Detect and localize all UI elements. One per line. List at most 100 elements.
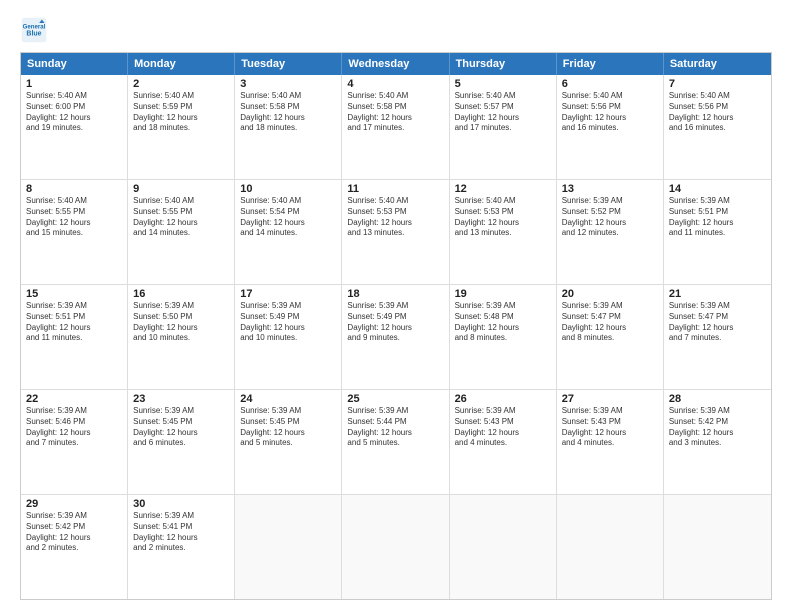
calendar-cell: 22Sunrise: 5:39 AM Sunset: 5:46 PM Dayli…: [21, 390, 128, 494]
calendar-cell: [557, 495, 664, 599]
svg-text:General: General: [23, 23, 46, 30]
day-number: 4: [347, 78, 443, 90]
cell-details: Sunrise: 5:40 AM Sunset: 5:58 PM Dayligh…: [347, 91, 443, 134]
day-number: 18: [347, 288, 443, 300]
calendar-cell: 6Sunrise: 5:40 AM Sunset: 5:56 PM Daylig…: [557, 75, 664, 179]
cell-details: Sunrise: 5:39 AM Sunset: 5:42 PM Dayligh…: [26, 511, 122, 554]
calendar-cell: 8Sunrise: 5:40 AM Sunset: 5:55 PM Daylig…: [21, 180, 128, 284]
calendar-cell: 3Sunrise: 5:40 AM Sunset: 5:58 PM Daylig…: [235, 75, 342, 179]
day-number: 1: [26, 78, 122, 90]
day-number: 15: [26, 288, 122, 300]
logo-icon: General Blue: [20, 16, 48, 44]
day-number: 24: [240, 393, 336, 405]
calendar-cell: 13Sunrise: 5:39 AM Sunset: 5:52 PM Dayli…: [557, 180, 664, 284]
calendar-row: 22Sunrise: 5:39 AM Sunset: 5:46 PM Dayli…: [21, 389, 771, 494]
calendar-cell: 26Sunrise: 5:39 AM Sunset: 5:43 PM Dayli…: [450, 390, 557, 494]
calendar-cell: 25Sunrise: 5:39 AM Sunset: 5:44 PM Dayli…: [342, 390, 449, 494]
calendar-cell: 2Sunrise: 5:40 AM Sunset: 5:59 PM Daylig…: [128, 75, 235, 179]
day-number: 16: [133, 288, 229, 300]
calendar-cell: 18Sunrise: 5:39 AM Sunset: 5:49 PM Dayli…: [342, 285, 449, 389]
cell-details: Sunrise: 5:39 AM Sunset: 5:41 PM Dayligh…: [133, 511, 229, 554]
calendar-cell: 15Sunrise: 5:39 AM Sunset: 5:51 PM Dayli…: [21, 285, 128, 389]
calendar-cell: [450, 495, 557, 599]
cell-details: Sunrise: 5:40 AM Sunset: 5:58 PM Dayligh…: [240, 91, 336, 134]
cell-details: Sunrise: 5:39 AM Sunset: 5:45 PM Dayligh…: [240, 406, 336, 449]
day-number: 29: [26, 498, 122, 510]
calendar-cell: 20Sunrise: 5:39 AM Sunset: 5:47 PM Dayli…: [557, 285, 664, 389]
calendar-cell: 27Sunrise: 5:39 AM Sunset: 5:43 PM Dayli…: [557, 390, 664, 494]
calendar-cell: 29Sunrise: 5:39 AM Sunset: 5:42 PM Dayli…: [21, 495, 128, 599]
cell-details: Sunrise: 5:40 AM Sunset: 5:57 PM Dayligh…: [455, 91, 551, 134]
day-number: 28: [669, 393, 766, 405]
calendar-cell: 11Sunrise: 5:40 AM Sunset: 5:53 PM Dayli…: [342, 180, 449, 284]
weekday-header: Monday: [128, 53, 235, 75]
day-number: 21: [669, 288, 766, 300]
page: General Blue SundayMondayTuesdayWednesda…: [0, 0, 792, 612]
calendar-cell: 28Sunrise: 5:39 AM Sunset: 5:42 PM Dayli…: [664, 390, 771, 494]
weekday-header: Wednesday: [342, 53, 449, 75]
weekday-header: Friday: [557, 53, 664, 75]
cell-details: Sunrise: 5:39 AM Sunset: 5:43 PM Dayligh…: [455, 406, 551, 449]
weekday-header: Thursday: [450, 53, 557, 75]
day-number: 20: [562, 288, 658, 300]
cell-details: Sunrise: 5:40 AM Sunset: 5:53 PM Dayligh…: [455, 196, 551, 239]
calendar-cell: 30Sunrise: 5:39 AM Sunset: 5:41 PM Dayli…: [128, 495, 235, 599]
calendar-cell: [342, 495, 449, 599]
day-number: 25: [347, 393, 443, 405]
logo: General Blue: [20, 16, 52, 44]
calendar-cell: 5Sunrise: 5:40 AM Sunset: 5:57 PM Daylig…: [450, 75, 557, 179]
cell-details: Sunrise: 5:39 AM Sunset: 5:47 PM Dayligh…: [669, 301, 766, 344]
cell-details: Sunrise: 5:39 AM Sunset: 5:45 PM Dayligh…: [133, 406, 229, 449]
cell-details: Sunrise: 5:39 AM Sunset: 5:44 PM Dayligh…: [347, 406, 443, 449]
cell-details: Sunrise: 5:39 AM Sunset: 5:42 PM Dayligh…: [669, 406, 766, 449]
calendar-cell: [235, 495, 342, 599]
weekday-header: Sunday: [21, 53, 128, 75]
cell-details: Sunrise: 5:39 AM Sunset: 5:49 PM Dayligh…: [240, 301, 336, 344]
calendar-cell: 23Sunrise: 5:39 AM Sunset: 5:45 PM Dayli…: [128, 390, 235, 494]
calendar-cell: 14Sunrise: 5:39 AM Sunset: 5:51 PM Dayli…: [664, 180, 771, 284]
cell-details: Sunrise: 5:40 AM Sunset: 5:53 PM Dayligh…: [347, 196, 443, 239]
cell-details: Sunrise: 5:40 AM Sunset: 6:00 PM Dayligh…: [26, 91, 122, 134]
calendar-row: 15Sunrise: 5:39 AM Sunset: 5:51 PM Dayli…: [21, 284, 771, 389]
header: General Blue: [20, 16, 772, 44]
cell-details: Sunrise: 5:40 AM Sunset: 5:56 PM Dayligh…: [669, 91, 766, 134]
calendar-cell: 10Sunrise: 5:40 AM Sunset: 5:54 PM Dayli…: [235, 180, 342, 284]
calendar-cell: 21Sunrise: 5:39 AM Sunset: 5:47 PM Dayli…: [664, 285, 771, 389]
day-number: 3: [240, 78, 336, 90]
cell-details: Sunrise: 5:39 AM Sunset: 5:43 PM Dayligh…: [562, 406, 658, 449]
day-number: 8: [26, 183, 122, 195]
day-number: 17: [240, 288, 336, 300]
calendar-cell: 9Sunrise: 5:40 AM Sunset: 5:55 PM Daylig…: [128, 180, 235, 284]
calendar-cell: [664, 495, 771, 599]
cell-details: Sunrise: 5:39 AM Sunset: 5:48 PM Dayligh…: [455, 301, 551, 344]
weekday-header: Tuesday: [235, 53, 342, 75]
day-number: 23: [133, 393, 229, 405]
calendar-row: 29Sunrise: 5:39 AM Sunset: 5:42 PM Dayli…: [21, 494, 771, 599]
cell-details: Sunrise: 5:40 AM Sunset: 5:59 PM Dayligh…: [133, 91, 229, 134]
calendar-body: 1Sunrise: 5:40 AM Sunset: 6:00 PM Daylig…: [21, 75, 771, 599]
day-number: 27: [562, 393, 658, 405]
cell-details: Sunrise: 5:39 AM Sunset: 5:51 PM Dayligh…: [669, 196, 766, 239]
day-number: 19: [455, 288, 551, 300]
cell-details: Sunrise: 5:39 AM Sunset: 5:47 PM Dayligh…: [562, 301, 658, 344]
day-number: 9: [133, 183, 229, 195]
svg-text:Blue: Blue: [26, 30, 41, 37]
calendar-cell: 4Sunrise: 5:40 AM Sunset: 5:58 PM Daylig…: [342, 75, 449, 179]
day-number: 11: [347, 183, 443, 195]
cell-details: Sunrise: 5:40 AM Sunset: 5:56 PM Dayligh…: [562, 91, 658, 134]
day-number: 22: [26, 393, 122, 405]
calendar-row: 1Sunrise: 5:40 AM Sunset: 6:00 PM Daylig…: [21, 75, 771, 179]
calendar: SundayMondayTuesdayWednesdayThursdayFrid…: [20, 52, 772, 600]
calendar-cell: 19Sunrise: 5:39 AM Sunset: 5:48 PM Dayli…: [450, 285, 557, 389]
day-number: 7: [669, 78, 766, 90]
cell-details: Sunrise: 5:40 AM Sunset: 5:55 PM Dayligh…: [133, 196, 229, 239]
cell-details: Sunrise: 5:39 AM Sunset: 5:51 PM Dayligh…: [26, 301, 122, 344]
cell-details: Sunrise: 5:39 AM Sunset: 5:50 PM Dayligh…: [133, 301, 229, 344]
calendar-cell: 17Sunrise: 5:39 AM Sunset: 5:49 PM Dayli…: [235, 285, 342, 389]
cell-details: Sunrise: 5:39 AM Sunset: 5:49 PM Dayligh…: [347, 301, 443, 344]
day-number: 6: [562, 78, 658, 90]
day-number: 12: [455, 183, 551, 195]
day-number: 5: [455, 78, 551, 90]
day-number: 2: [133, 78, 229, 90]
cell-details: Sunrise: 5:39 AM Sunset: 5:52 PM Dayligh…: [562, 196, 658, 239]
